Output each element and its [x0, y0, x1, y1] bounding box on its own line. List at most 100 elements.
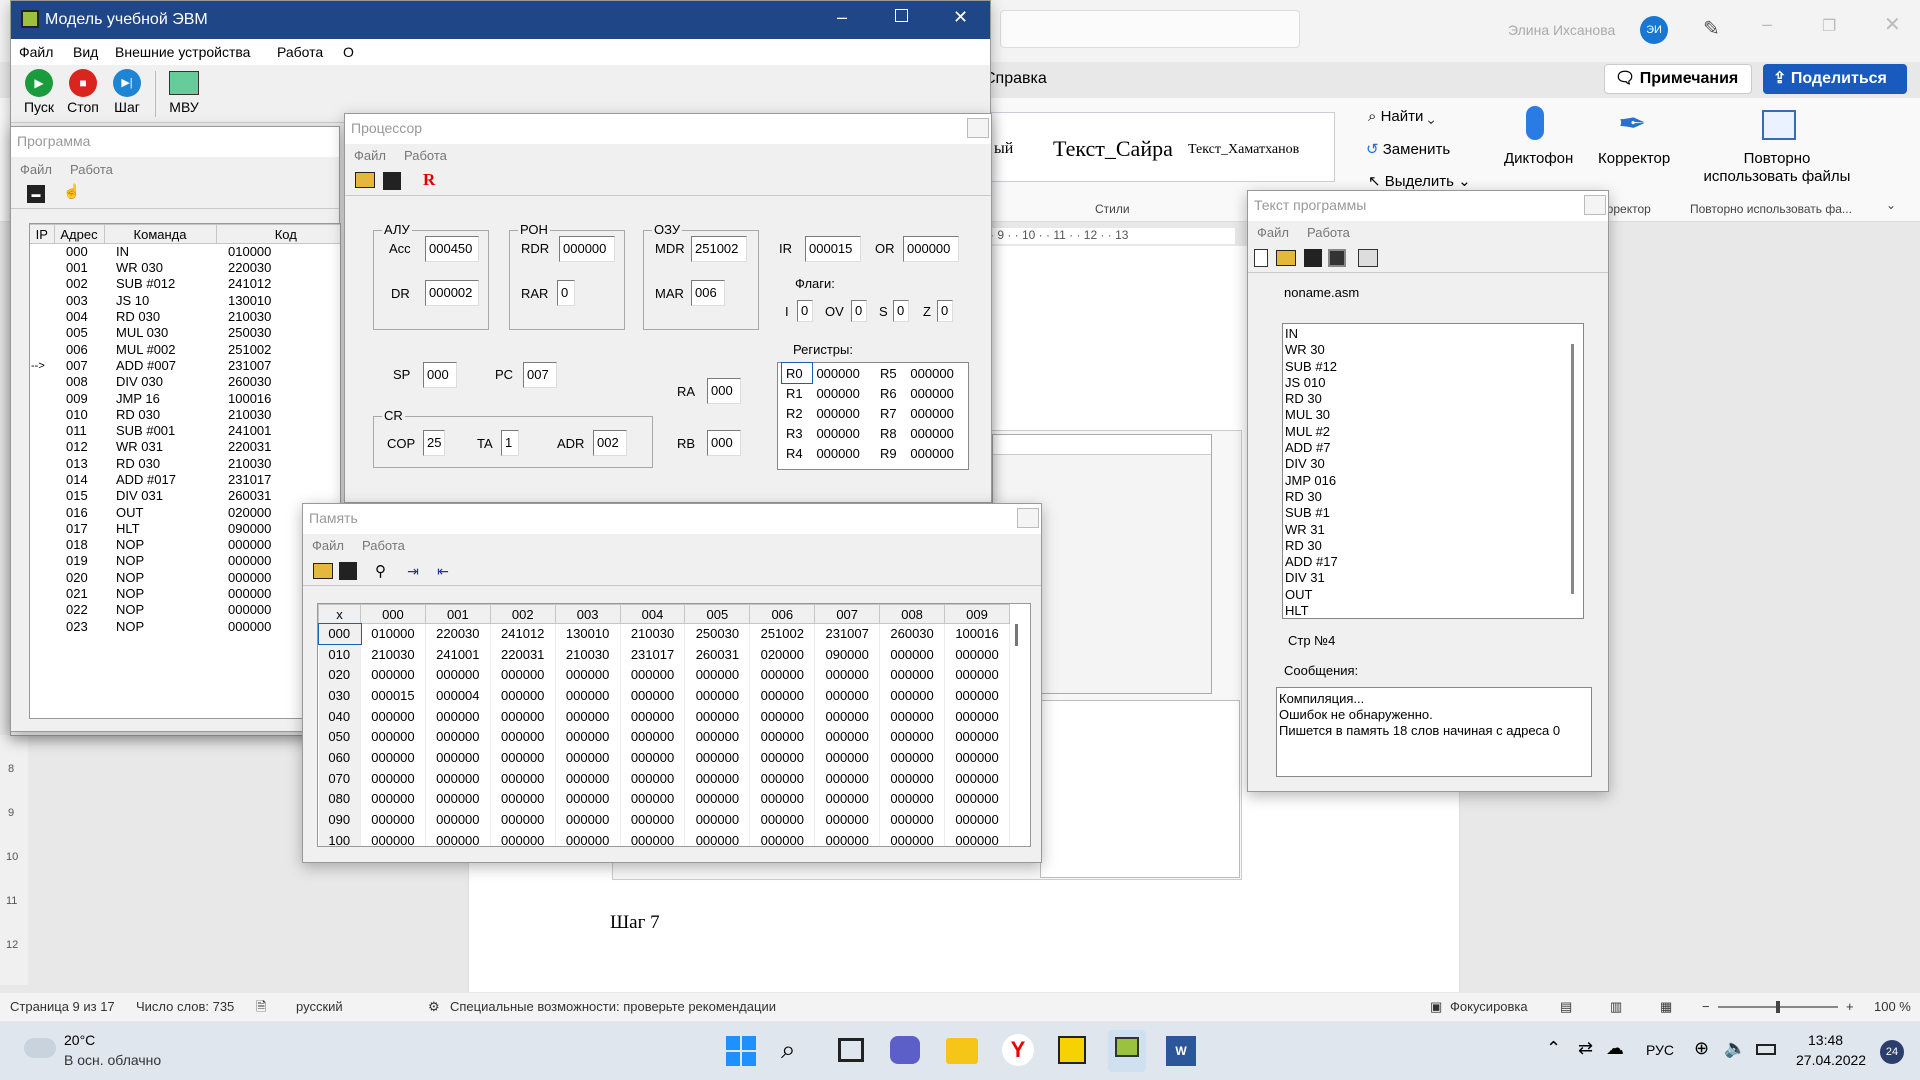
select-button[interactable]: ↖ Выделить ⌄ [1368, 172, 1471, 190]
cell-ip[interactable] [30, 619, 54, 635]
zoom-level[interactable]: 100 % [1874, 993, 1911, 1021]
cell-ip[interactable] [30, 472, 54, 488]
memory-cell[interactable]: 000000 [684, 726, 751, 748]
cell-code[interactable]: 241012 [216, 276, 340, 292]
memory-cell[interactable]: 000000 [620, 789, 686, 810]
battery-icon[interactable] [1756, 1044, 1776, 1055]
col-header[interactable]: 004 [619, 604, 686, 624]
memory-cell[interactable]: 000000 [879, 726, 946, 748]
register-cell[interactable]: R5 [876, 363, 906, 383]
register-row[interactable]: R0 000000 R5 000000 [780, 362, 970, 384]
table-row[interactable]: 070 000000 000000 000000 000000 000000 000000 0… [318, 768, 1010, 789]
memory-cell[interactable]: 000000 [944, 685, 1010, 707]
menu-work[interactable]: Работа [1307, 225, 1350, 240]
vpn-icon[interactable]: ☁ [1606, 1038, 1624, 1059]
program-table[interactable]: IP Адрес Команда Код 000 IN 010000 001 WR 03… [30, 224, 340, 635]
table-row[interactable]: 010 RD 030 210030 [30, 407, 340, 423]
menu-work[interactable]: Работа [404, 148, 447, 163]
close-icon[interactable]: ✕ [953, 7, 968, 28]
unload-icon[interactable]: ⇤ [433, 562, 453, 580]
cell-code[interactable]: 251002 [216, 341, 340, 357]
memory-cell[interactable]: 000000 [425, 726, 491, 748]
memory-table[interactable]: x 000 001 002 003 004 005 006 007 008 009 000 010000… [318, 604, 1010, 846]
register-cell[interactable]: R9 [876, 443, 906, 463]
memory-cell[interactable]: 000000 [944, 809, 1010, 831]
cell-cmd[interactable]: WR 030 [104, 260, 216, 276]
memory-cell[interactable]: 250030 [684, 623, 751, 645]
new-file-icon[interactable] [1254, 249, 1268, 267]
table-row[interactable]: 015 DIV 031 260031 [30, 488, 340, 504]
cell-ip[interactable] [30, 456, 54, 472]
cell-ip[interactable] [30, 537, 54, 553]
reuse-label[interactable]: Повторно использовать файлы [1702, 150, 1852, 186]
memory-cell[interactable]: 010000 [360, 623, 426, 645]
memory-cell[interactable]: 000000 [490, 664, 556, 686]
cell-cmd[interactable]: NOP [104, 553, 216, 569]
cell-addr[interactable]: 018 [54, 537, 104, 553]
memory-cell[interactable]: 000000 [490, 747, 556, 769]
table-row[interactable]: 030 000015 000004 000000 000000 000000 000000 0… [318, 685, 1010, 707]
row-header[interactable]: 000 [318, 622, 362, 646]
cell-code[interactable]: 241001 [216, 423, 340, 439]
memory-cell[interactable]: 000000 [490, 726, 556, 748]
cell-cmd[interactable]: RD 030 [104, 407, 216, 423]
menu-work[interactable]: Работа [277, 39, 323, 65]
memory-cell[interactable]: 000000 [684, 685, 751, 707]
cell-ip[interactable] [30, 374, 54, 390]
register-cell[interactable]: R8 [876, 423, 906, 443]
memory-cell[interactable]: 000000 [555, 789, 621, 810]
evm-app-icon[interactable] [1108, 1030, 1146, 1072]
cell-ip[interactable] [30, 586, 54, 602]
register-row[interactable]: R3 000000 R8 000000 [782, 423, 970, 443]
cell-cmd[interactable]: JMP 16 [104, 390, 216, 406]
rar-field[interactable]: 0 [557, 280, 575, 306]
cell-ip[interactable] [30, 488, 54, 504]
cell-addr[interactable]: 017 [54, 521, 104, 537]
row-header[interactable]: 030 [318, 685, 361, 707]
zoom-in-icon[interactable]: + [1846, 993, 1854, 1021]
save-icon[interactable] [383, 172, 401, 190]
menu-file[interactable]: Файл [20, 162, 52, 177]
chevron-up-icon[interactable]: ⌃ [1546, 1038, 1561, 1059]
cell-cmd[interactable]: RD 030 [104, 309, 216, 325]
memory-cell[interactable]: 000000 [814, 706, 881, 727]
memory-cell[interactable]: 000000 [684, 706, 751, 727]
register-cell[interactable]: 000000 [906, 443, 970, 463]
cell-addr[interactable]: 004 [54, 309, 104, 325]
memory-cell[interactable]: 000000 [749, 809, 816, 831]
table-row[interactable]: 013 RD 030 210030 [30, 456, 340, 472]
table-row[interactable]: 004 RD 030 210030 [30, 309, 340, 325]
table-row[interactable]: 023 NOP 000000 [30, 619, 340, 635]
register-cell[interactable]: R6 [876, 383, 906, 403]
memory-cell[interactable]: 000000 [490, 830, 556, 846]
cell-code[interactable]: 210030 [216, 407, 340, 423]
mvu-button[interactable]: МВУ [161, 69, 207, 121]
cell-ip[interactable] [30, 407, 54, 423]
table-row[interactable]: 022 NOP 000000 [30, 602, 340, 618]
memory-cell[interactable]: 000000 [814, 726, 881, 748]
table-row[interactable]: 011 SUB #001 241001 [30, 423, 340, 439]
table-row[interactable]: 050 000000 000000 000000 000000 000000 000000 0… [318, 726, 1010, 748]
memory-cell[interactable]: 000000 [620, 664, 686, 686]
memory-cell[interactable]: 000000 [425, 789, 491, 810]
menu-devices[interactable]: Внешние устройства [115, 39, 250, 65]
cop-field[interactable]: 25 [423, 430, 445, 456]
reuse-icon[interactable] [1762, 110, 1796, 140]
weather-desc[interactable]: В осн. облачно [64, 1052, 161, 1068]
col-header[interactable]: 007 [814, 604, 881, 624]
memory-cell[interactable]: 000000 [749, 768, 816, 789]
cell-cmd[interactable]: IN [104, 244, 216, 261]
table-row[interactable]: 100 000000 000000 000000 000000 000000 000000 0… [318, 830, 1010, 846]
memory-cell[interactable]: 210030 [555, 644, 621, 665]
memory-cell[interactable]: 220030 [425, 623, 491, 645]
col-cmd[interactable]: Команда [103, 224, 217, 244]
share-button[interactable]: ⇪ Поделиться [1763, 64, 1907, 94]
cell-ip[interactable] [30, 244, 54, 261]
taskview-icon[interactable] [838, 1038, 864, 1062]
col-header[interactable]: 002 [489, 604, 556, 624]
cell-ip[interactable] [30, 325, 54, 341]
table-row[interactable]: 000 010000 220030 241012 130010 210030 250030 2… [318, 622, 1010, 646]
search-icon[interactable]: ⌕ [781, 1034, 796, 1066]
pc-field[interactable]: 007 [523, 362, 557, 388]
cell-cmd[interactable]: MUL #002 [104, 341, 216, 357]
